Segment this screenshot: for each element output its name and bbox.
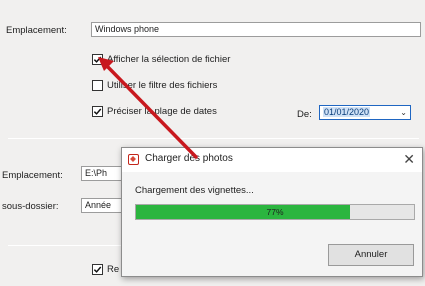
check-icon — [93, 108, 102, 115]
photo-loader-icon — [128, 154, 139, 165]
dialog-title: Charger des photos — [145, 153, 233, 164]
date-from-label: De: — [297, 109, 312, 120]
location-field[interactable]: Windows phone — [91, 22, 421, 37]
date-range-checkbox[interactable] — [92, 106, 103, 117]
date-range-label: Préciser la plage de dates — [107, 106, 217, 117]
close-icon[interactable]: ✕ — [403, 151, 415, 168]
use-file-filter-label: Utiliser le filtre des fichiers — [107, 80, 218, 91]
loading-message: Chargement des vignettes... — [135, 185, 254, 196]
show-file-selection-label: Afficher la sélection de fichier — [107, 54, 231, 65]
location-label: Emplacement: — [6, 25, 67, 36]
date-from-picker[interactable]: 01/01/2020 ⌄ — [319, 105, 411, 120]
show-file-selection-checkbox[interactable] — [92, 54, 103, 65]
options-panel-top: Emplacement: Windows phone Afficher la s… — [0, 0, 425, 138]
progress-bar: 77% — [135, 204, 415, 220]
chevron-down-icon[interactable]: ⌄ — [400, 106, 407, 119]
check-icon — [93, 266, 102, 273]
bottom-checkbox-label: Re — [107, 264, 120, 275]
subfolder-label: sous-dossier: — [2, 201, 59, 212]
subfolder-field[interactable]: Année — [81, 198, 125, 213]
progress-percent-text: 77% — [266, 207, 284, 217]
location-label-2: Emplacement: — [2, 170, 63, 181]
cancel-button[interactable]: Annuler — [328, 244, 414, 266]
date-from-value: 01/01/2020 — [323, 107, 371, 117]
location-field-2[interactable]: E:\Ph — [81, 166, 125, 181]
check-icon — [93, 56, 102, 63]
load-photos-dialog: Charger des photos ✕ Chargement des vign… — [121, 147, 423, 277]
use-file-filter-checkbox[interactable] — [92, 80, 103, 91]
dialog-title-bar[interactable]: Charger des photos ✕ — [122, 148, 422, 172]
section-divider — [8, 138, 419, 139]
bottom-checkbox[interactable] — [92, 264, 103, 275]
